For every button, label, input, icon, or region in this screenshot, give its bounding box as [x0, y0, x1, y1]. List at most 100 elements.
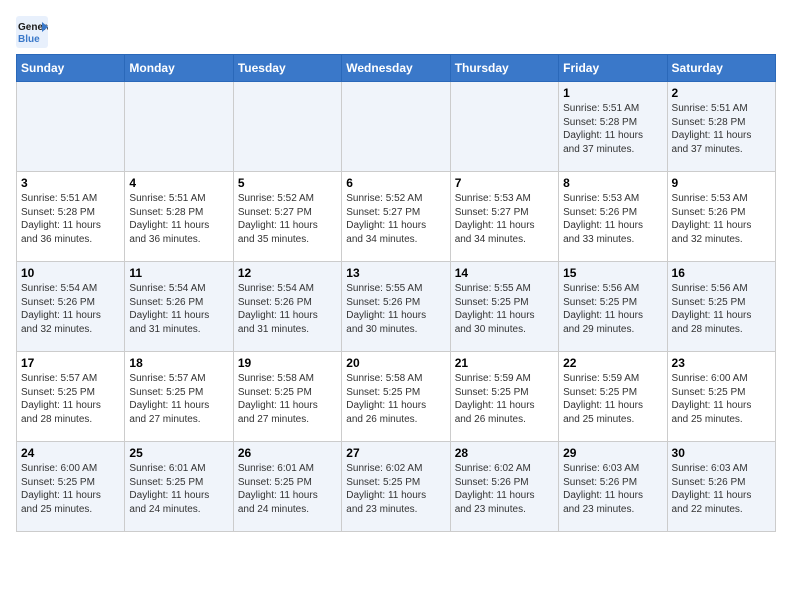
day-info: Sunrise: 6:03 AM Sunset: 5:26 PM Dayligh…	[563, 462, 662, 516]
day-number: 28	[455, 446, 554, 460]
day-number: 29	[563, 446, 662, 460]
day-number: 12	[238, 266, 337, 280]
day-number: 21	[455, 356, 554, 370]
day-number: 20	[346, 356, 445, 370]
weekday-header-monday: Monday	[125, 55, 233, 82]
day-info: Sunrise: 5:57 AM Sunset: 5:25 PM Dayligh…	[21, 372, 120, 426]
calendar-cell: 4 Sunrise: 5:51 AM Sunset: 5:28 PM Daylig…	[125, 172, 233, 262]
calendar-cell: 13 Sunrise: 5:55 AM Sunset: 5:26 PM Dayli…	[342, 262, 450, 352]
day-number: 15	[563, 266, 662, 280]
day-info: Sunrise: 5:59 AM Sunset: 5:25 PM Dayligh…	[455, 372, 554, 426]
logo: General Blue	[16, 16, 48, 48]
day-number: 11	[129, 266, 228, 280]
day-number: 13	[346, 266, 445, 280]
calendar-cell	[450, 82, 558, 172]
day-info: Sunrise: 5:51 AM Sunset: 5:28 PM Dayligh…	[21, 192, 120, 246]
day-info: Sunrise: 6:02 AM Sunset: 5:26 PM Dayligh…	[455, 462, 554, 516]
calendar-cell: 12 Sunrise: 5:54 AM Sunset: 5:26 PM Dayli…	[233, 262, 341, 352]
calendar-table: SundayMondayTuesdayWednesdayThursdayFrid…	[16, 54, 776, 532]
day-number: 30	[672, 446, 771, 460]
day-number: 8	[563, 176, 662, 190]
calendar-cell: 10 Sunrise: 5:54 AM Sunset: 5:26 PM Dayli…	[17, 262, 125, 352]
day-info: Sunrise: 5:54 AM Sunset: 5:26 PM Dayligh…	[129, 282, 228, 336]
day-info: Sunrise: 5:54 AM Sunset: 5:26 PM Dayligh…	[238, 282, 337, 336]
day-info: Sunrise: 5:53 AM Sunset: 5:26 PM Dayligh…	[563, 192, 662, 246]
day-info: Sunrise: 5:52 AM Sunset: 5:27 PM Dayligh…	[346, 192, 445, 246]
calendar-cell: 30 Sunrise: 6:03 AM Sunset: 5:26 PM Dayli…	[667, 442, 775, 532]
calendar-cell: 2 Sunrise: 5:51 AM Sunset: 5:28 PM Daylig…	[667, 82, 775, 172]
calendar-cell: 26 Sunrise: 6:01 AM Sunset: 5:25 PM Dayli…	[233, 442, 341, 532]
calendar-cell: 17 Sunrise: 5:57 AM Sunset: 5:25 PM Dayli…	[17, 352, 125, 442]
calendar-cell: 24 Sunrise: 6:00 AM Sunset: 5:25 PM Dayli…	[17, 442, 125, 532]
day-number: 6	[346, 176, 445, 190]
day-info: Sunrise: 5:58 AM Sunset: 5:25 PM Dayligh…	[238, 372, 337, 426]
calendar-cell: 5 Sunrise: 5:52 AM Sunset: 5:27 PM Daylig…	[233, 172, 341, 262]
page-header: General Blue	[16, 16, 776, 48]
day-number: 18	[129, 356, 228, 370]
day-number: 4	[129, 176, 228, 190]
day-info: Sunrise: 5:51 AM Sunset: 5:28 PM Dayligh…	[563, 102, 662, 156]
day-info: Sunrise: 5:53 AM Sunset: 5:27 PM Dayligh…	[455, 192, 554, 246]
calendar-cell: 9 Sunrise: 5:53 AM Sunset: 5:26 PM Daylig…	[667, 172, 775, 262]
day-number: 24	[21, 446, 120, 460]
day-info: Sunrise: 6:00 AM Sunset: 5:25 PM Dayligh…	[21, 462, 120, 516]
day-number: 1	[563, 86, 662, 100]
day-number: 5	[238, 176, 337, 190]
day-info: Sunrise: 5:53 AM Sunset: 5:26 PM Dayligh…	[672, 192, 771, 246]
weekday-header-thursday: Thursday	[450, 55, 558, 82]
calendar-cell: 18 Sunrise: 5:57 AM Sunset: 5:25 PM Dayli…	[125, 352, 233, 442]
day-number: 22	[563, 356, 662, 370]
calendar-cell: 1 Sunrise: 5:51 AM Sunset: 5:28 PM Daylig…	[559, 82, 667, 172]
day-info: Sunrise: 6:02 AM Sunset: 5:25 PM Dayligh…	[346, 462, 445, 516]
day-info: Sunrise: 6:03 AM Sunset: 5:26 PM Dayligh…	[672, 462, 771, 516]
weekday-header-sunday: Sunday	[17, 55, 125, 82]
day-info: Sunrise: 5:58 AM Sunset: 5:25 PM Dayligh…	[346, 372, 445, 426]
day-info: Sunrise: 5:55 AM Sunset: 5:26 PM Dayligh…	[346, 282, 445, 336]
day-info: Sunrise: 5:55 AM Sunset: 5:25 PM Dayligh…	[455, 282, 554, 336]
calendar-cell: 14 Sunrise: 5:55 AM Sunset: 5:25 PM Dayli…	[450, 262, 558, 352]
calendar-cell: 7 Sunrise: 5:53 AM Sunset: 5:27 PM Daylig…	[450, 172, 558, 262]
calendar-cell	[342, 82, 450, 172]
calendar-cell: 16 Sunrise: 5:56 AM Sunset: 5:25 PM Dayli…	[667, 262, 775, 352]
day-number: 14	[455, 266, 554, 280]
weekday-header-saturday: Saturday	[667, 55, 775, 82]
day-info: Sunrise: 6:01 AM Sunset: 5:25 PM Dayligh…	[238, 462, 337, 516]
calendar-cell: 25Sunrise: 6:01 AM Sunset: 5:25 PM Dayli…	[125, 442, 233, 532]
day-info: Sunrise: 5:51 AM Sunset: 5:28 PM Dayligh…	[672, 102, 771, 156]
day-info: Sunrise: 5:56 AM Sunset: 5:25 PM Dayligh…	[672, 282, 771, 336]
day-info: Sunrise: 5:56 AM Sunset: 5:25 PM Dayligh…	[563, 282, 662, 336]
day-info: Sunrise: 5:57 AM Sunset: 5:25 PM Dayligh…	[129, 372, 228, 426]
calendar-cell: 27Sunrise: 6:02 AM Sunset: 5:25 PM Dayli…	[342, 442, 450, 532]
calendar-cell: 8 Sunrise: 5:53 AM Sunset: 5:26 PM Daylig…	[559, 172, 667, 262]
day-number: 3	[21, 176, 120, 190]
day-info: Sunrise: 5:54 AM Sunset: 5:26 PM Dayligh…	[21, 282, 120, 336]
calendar-cell: 3 Sunrise: 5:51 AM Sunset: 5:28 PM Daylig…	[17, 172, 125, 262]
calendar-cell	[17, 82, 125, 172]
calendar-cell	[125, 82, 233, 172]
calendar-cell: 11 Sunrise: 5:54 AM Sunset: 5:26 PM Dayli…	[125, 262, 233, 352]
day-info: Sunrise: 5:51 AM Sunset: 5:28 PM Dayligh…	[129, 192, 228, 246]
day-number: 7	[455, 176, 554, 190]
day-number: 9	[672, 176, 771, 190]
day-number: 2	[672, 86, 771, 100]
calendar-cell: 23Sunrise: 6:00 AM Sunset: 5:25 PM Dayli…	[667, 352, 775, 442]
weekday-header-wednesday: Wednesday	[342, 55, 450, 82]
calendar-cell: 19Sunrise: 5:58 AM Sunset: 5:25 PM Dayli…	[233, 352, 341, 442]
day-info: Sunrise: 5:52 AM Sunset: 5:27 PM Dayligh…	[238, 192, 337, 246]
calendar-cell	[233, 82, 341, 172]
calendar-cell: 15 Sunrise: 5:56 AM Sunset: 5:25 PM Dayli…	[559, 262, 667, 352]
day-number: 16	[672, 266, 771, 280]
calendar-cell: 6 Sunrise: 5:52 AM Sunset: 5:27 PM Daylig…	[342, 172, 450, 262]
day-number: 25	[129, 446, 228, 460]
day-number: 17	[21, 356, 120, 370]
day-number: 26	[238, 446, 337, 460]
calendar-cell: 20 Sunrise: 5:58 AM Sunset: 5:25 PM Dayli…	[342, 352, 450, 442]
calendar-cell: 29 Sunrise: 6:03 AM Sunset: 5:26 PM Dayli…	[559, 442, 667, 532]
weekday-header-friday: Friday	[559, 55, 667, 82]
calendar-cell: 22 Sunrise: 5:59 AM Sunset: 5:25 PM Dayli…	[559, 352, 667, 442]
day-info: Sunrise: 5:59 AM Sunset: 5:25 PM Dayligh…	[563, 372, 662, 426]
day-number: 10	[21, 266, 120, 280]
calendar-cell: 21 Sunrise: 5:59 AM Sunset: 5:25 PM Dayli…	[450, 352, 558, 442]
day-info: Sunrise: 6:00 AM Sunset: 5:25 PM Dayligh…	[672, 372, 771, 426]
weekday-header-tuesday: Tuesday	[233, 55, 341, 82]
